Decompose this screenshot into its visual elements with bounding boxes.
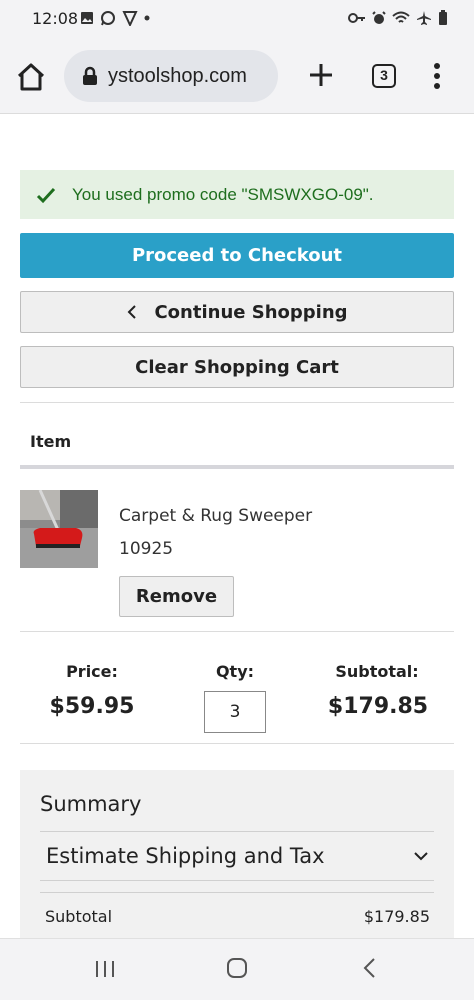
estimate-shipping-label: Estimate Shipping and Tax: [46, 844, 325, 868]
proceed-to-checkout-button[interactable]: Proceed to Checkout: [20, 233, 454, 278]
subtotal-label: Subtotal:: [335, 662, 419, 681]
vpn-shield-icon: [122, 11, 138, 26]
divider: [40, 892, 434, 893]
order-summary: Summary Estimate Shipping and Tax Subtot…: [20, 770, 454, 940]
promo-text: You used promo code "SMSWXGO-09".: [72, 184, 374, 204]
dot-icon: [144, 15, 150, 21]
status-bar: 12:08: [0, 0, 474, 38]
item-subtotal: $179.85: [327, 694, 429, 719]
home-nav-icon[interactable]: [226, 957, 248, 979]
divider: [20, 631, 454, 632]
whatsapp-icon: [101, 11, 115, 26]
status-left-icons: [80, 10, 150, 26]
product-name[interactable]: Carpet & Rug Sweeper: [119, 506, 312, 526]
summary-title: Summary: [40, 792, 142, 816]
quantity-input[interactable]: [204, 691, 266, 733]
estimate-shipping-toggle[interactable]: Estimate Shipping and Tax: [40, 832, 434, 880]
divider: [20, 743, 454, 744]
qty-label: Qty:: [215, 662, 255, 681]
divider: [20, 402, 454, 403]
chevron-down-icon: [414, 852, 428, 861]
alarm-icon: [372, 11, 386, 24]
product-sku: 10925: [119, 539, 174, 559]
recent-apps-icon[interactable]: [94, 959, 116, 979]
remove-item-button[interactable]: Remove: [119, 576, 234, 617]
lock-icon: [83, 66, 97, 85]
summary-subtotal-value: $179.85: [363, 907, 430, 926]
home-icon[interactable]: [14, 60, 48, 94]
more-options-icon[interactable]: [428, 60, 446, 92]
status-time: 12:08: [32, 9, 79, 28]
new-tab-icon[interactable]: [306, 60, 336, 90]
header-divider: [20, 465, 454, 469]
status-right-icons: [348, 10, 448, 26]
item-price: $59.95: [49, 694, 135, 719]
continue-shopping-button[interactable]: Continue Shopping: [20, 291, 454, 333]
key-icon: [348, 13, 365, 23]
chevron-left-icon: [128, 305, 137, 319]
tab-switcher-button[interactable]: 3: [372, 64, 396, 88]
sweeper-image: [20, 490, 98, 568]
clear-shopping-cart-button[interactable]: Clear Shopping Cart: [20, 346, 454, 388]
battery-icon: [439, 10, 447, 25]
price-label: Price:: [66, 662, 118, 681]
promo-success-message: You used promo code "SMSWXGO-09".: [20, 170, 454, 219]
back-icon[interactable]: [362, 957, 376, 979]
url-text: ystoolshop.com: [108, 64, 247, 87]
summary-subtotal-label: Subtotal: [45, 907, 113, 926]
gallery-icon: [81, 12, 93, 24]
system-nav-bar: [0, 938, 474, 1000]
divider: [40, 880, 434, 881]
item-column-header: Item: [30, 432, 72, 451]
wifi-icon: [392, 11, 410, 23]
browser-toolbar: ystoolshop.com 3: [0, 38, 474, 114]
checkmark-icon: [36, 187, 56, 203]
airplane-icon: [417, 11, 431, 25]
url-bar[interactable]: ystoolshop.com: [64, 50, 278, 102]
continue-shopping-label: Continue Shopping: [154, 301, 348, 323]
product-image[interactable]: [20, 490, 98, 568]
